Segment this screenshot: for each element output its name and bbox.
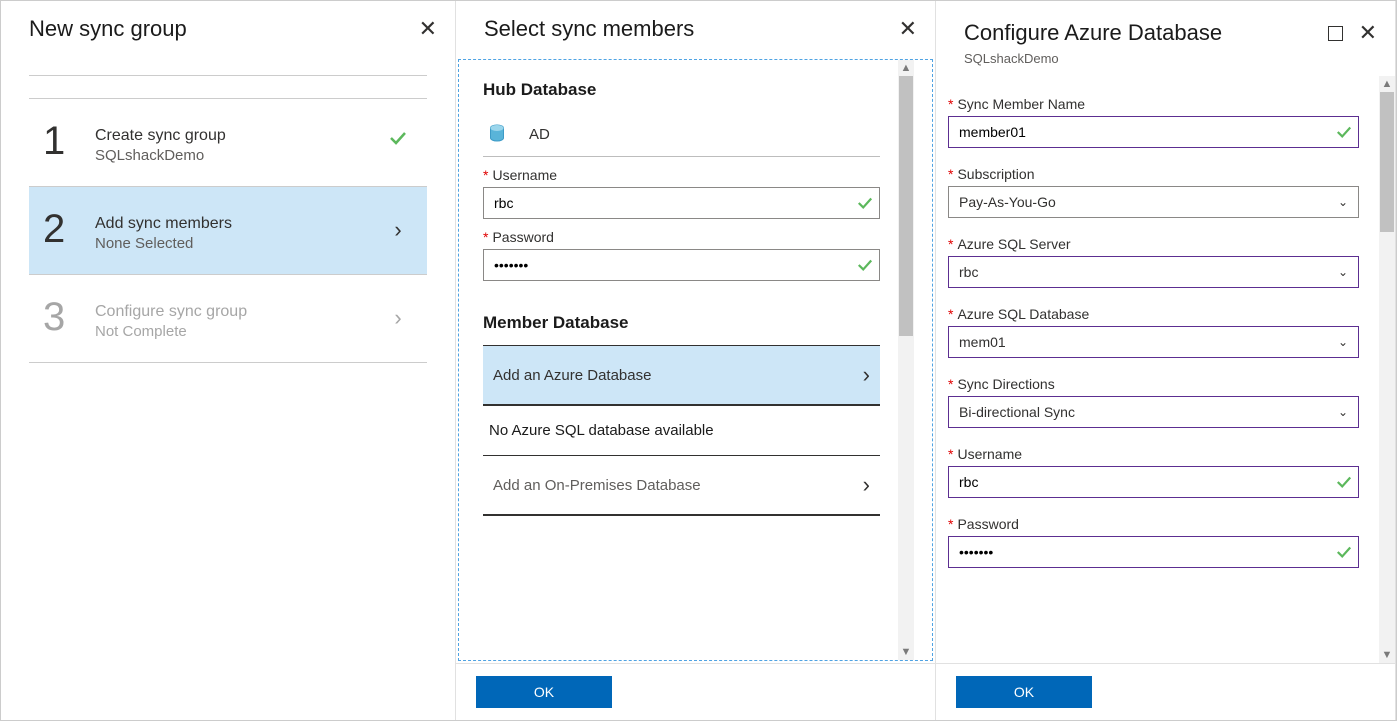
step-number: 2 (43, 209, 95, 249)
username-input[interactable] (955, 470, 1336, 494)
blade-footer: OK (456, 663, 935, 720)
blade-configure-azure-database: Configure Azure Database ✕ SQLshackDemo … (936, 1, 1396, 720)
step-number: 3 (43, 297, 95, 337)
check-icon (389, 129, 407, 147)
scroll-up-arrow-icon[interactable]: ▲ (901, 60, 912, 76)
blade-title: New sync group (29, 16, 187, 42)
ok-button[interactable]: OK (956, 676, 1092, 708)
scroll-down-arrow-icon[interactable]: ▼ (901, 644, 912, 660)
scrollbar[interactable]: ▲ ▼ (898, 60, 914, 660)
field-label-username: *Username (483, 167, 880, 183)
button-label: Add an Azure Database (493, 367, 651, 384)
chevron-right-icon: › (863, 362, 870, 388)
password-input[interactable] (955, 540, 1336, 564)
directions-select[interactable]: Bi-directional Sync ⌄ (948, 396, 1359, 428)
scrollbar[interactable]: ▲ ▼ (1379, 76, 1395, 663)
blade-new-sync-group: New sync group ✕ 1 Create sync group SQL… (1, 1, 456, 720)
chevron-down-icon: ⌄ (1338, 265, 1352, 279)
server-select[interactable]: rbc ⌄ (948, 256, 1359, 288)
blade-header: New sync group ✕ (1, 1, 455, 57)
username-input[interactable] (490, 191, 857, 215)
blade-title: Configure Azure Database (964, 20, 1222, 46)
step-number: 1 (43, 121, 95, 161)
check-icon (857, 195, 873, 211)
field-label-subscription: *Subscription (948, 166, 1359, 182)
chevron-right-icon: › (394, 305, 401, 331)
select-value: Bi-directional Sync (959, 404, 1338, 420)
field-label-username: *Username (948, 446, 1359, 462)
select-value: rbc (959, 264, 1338, 280)
blade-select-sync-members: Select sync members ✕ Hub Database AD *U… (456, 1, 936, 720)
maximize-icon[interactable] (1328, 26, 1343, 41)
select-value: mem01 (959, 334, 1338, 350)
field-label-database: *Azure SQL Database (948, 306, 1359, 322)
blade-title: Select sync members (484, 16, 694, 42)
step-label: Create sync group (95, 127, 383, 145)
username-input-wrap (483, 187, 880, 219)
close-icon[interactable]: ✕ (899, 18, 917, 40)
check-icon (1336, 474, 1352, 490)
username-input-wrap (948, 466, 1359, 498)
ok-button[interactable]: OK (476, 676, 612, 708)
chevron-right-icon: › (394, 217, 401, 243)
chevron-down-icon: ⌄ (1338, 195, 1352, 209)
wizard-step-2[interactable]: 2 Add sync members None Selected › (29, 186, 427, 274)
hub-database-row: AD (483, 112, 880, 157)
section-heading-member: Member Database (483, 313, 880, 333)
field-label-member-name: *Sync Member Name (948, 96, 1359, 112)
chevron-right-icon: › (863, 472, 870, 498)
scroll-up-arrow-icon[interactable]: ▲ (1382, 76, 1393, 92)
step-label: Configure sync group (95, 303, 383, 321)
required-asterisk: * (483, 167, 488, 183)
subscription-select[interactable]: Pay-As-You-Go ⌄ (948, 186, 1359, 218)
close-icon[interactable]: ✕ (419, 18, 437, 40)
member-name-input-wrap (948, 116, 1359, 148)
step-status: Not Complete (95, 323, 383, 340)
select-value: Pay-As-You-Go (959, 194, 1338, 210)
field-label-password: *Password (948, 516, 1359, 532)
button-label: Add an On-Premises Database (493, 477, 701, 494)
add-azure-database-button[interactable]: Add an Azure Database › (483, 345, 880, 406)
chevron-down-icon: ⌄ (1338, 405, 1352, 419)
section-heading-hub: Hub Database (483, 80, 880, 100)
close-icon[interactable]: ✕ (1359, 22, 1377, 44)
field-label-directions: *Sync Directions (948, 376, 1359, 392)
step-status: SQLshackDemo (95, 147, 383, 164)
check-icon (1336, 544, 1352, 560)
blade-footer: OK (936, 663, 1395, 720)
add-onprem-database-button[interactable]: Add an On-Premises Database › (483, 456, 880, 516)
password-input-wrap (483, 249, 880, 281)
blade-header: Configure Azure Database ✕ (936, 1, 1395, 57)
blade-subtitle: SQLshackDemo (936, 51, 1395, 76)
password-input-wrap (948, 536, 1359, 568)
divider (29, 75, 427, 76)
blade-header: Select sync members ✕ (456, 1, 935, 57)
check-icon (857, 257, 873, 273)
blade-content: Hub Database AD *Username *Password (458, 59, 933, 661)
member-name-input[interactable] (955, 120, 1336, 144)
wizard-step-3[interactable]: 3 Configure sync group Not Complete › (29, 274, 427, 363)
step-label: Add sync members (95, 215, 383, 233)
scroll-down-arrow-icon[interactable]: ▼ (1382, 647, 1393, 663)
field-label-server: *Azure SQL Server (948, 236, 1359, 252)
no-database-message: No Azure SQL database available (483, 406, 880, 456)
wizard-step-1[interactable]: 1 Create sync group SQLshackDemo (29, 98, 427, 186)
required-asterisk: * (483, 229, 488, 245)
database-icon (489, 124, 505, 144)
field-label-password: *Password (483, 229, 880, 245)
scroll-thumb[interactable] (899, 76, 913, 336)
scroll-thumb[interactable] (1380, 92, 1394, 232)
database-select[interactable]: mem01 ⌄ (948, 326, 1359, 358)
wizard-steps: 1 Create sync group SQLshackDemo 2 Add s… (1, 57, 455, 363)
check-icon (1336, 124, 1352, 140)
step-status: None Selected (95, 235, 383, 252)
chevron-down-icon: ⌄ (1338, 335, 1352, 349)
password-input[interactable] (490, 253, 857, 277)
hub-database-name: AD (529, 126, 550, 143)
